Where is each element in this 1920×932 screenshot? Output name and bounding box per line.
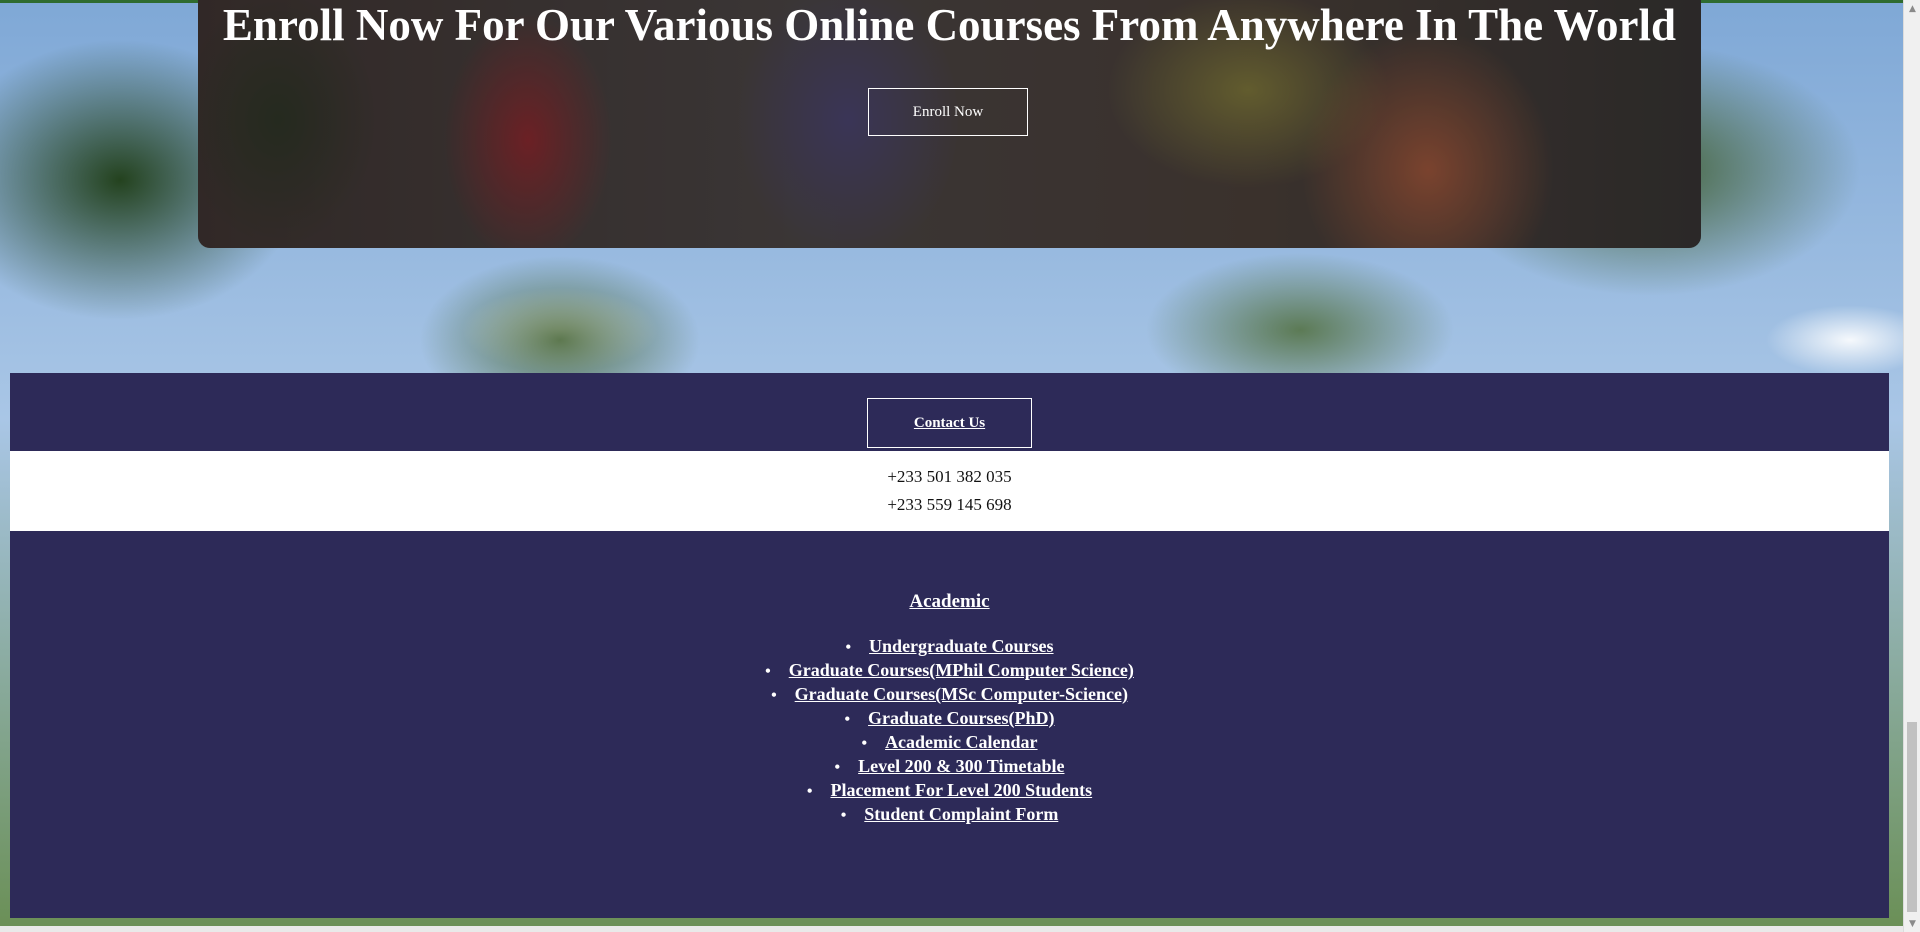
phone-number: +233 501 382 035 [887,467,1012,486]
bullet-icon: • [771,687,777,704]
link-complaint-form[interactable]: Student Complaint Form [864,804,1058,824]
bullet-icon: • [806,783,813,800]
link-placement[interactable]: Placement For Level 200 Students [830,780,1092,800]
link-undergraduate-courses[interactable]: Undergraduate Courses [869,636,1054,656]
vertical-scrollbar[interactable]: ▲ ▼ [1903,0,1920,932]
list-item: • Placement For Level 200 Students [10,779,1889,803]
bullet-icon: • [845,639,852,656]
bullet-icon: • [765,663,771,680]
bullet-icon: • [844,711,851,728]
list-item: • Undergraduate Courses [10,635,1889,659]
horizontal-edge [0,926,1903,932]
enroll-now-button[interactable]: Enroll Now [868,88,1028,136]
page: Enroll Now For Our Various Online Course… [0,0,1920,932]
list-item: • Academic Calendar [10,731,1889,755]
link-graduate-phd[interactable]: Graduate Courses(PhD) [868,708,1055,728]
scroll-down-arrow-icon[interactable]: ▼ [1904,915,1920,932]
list-item: • Graduate Courses(PhD) [10,707,1889,731]
bullet-icon: • [834,759,841,776]
list-item: • Level 200 & 300 Timetable [10,755,1889,779]
enroll-hero-banner: Enroll Now For Our Various Online Course… [198,0,1701,248]
link-graduate-mphil[interactable]: Graduate Courses(MPhil Computer Science) [789,660,1134,680]
link-graduate-msc[interactable]: Graduate Courses(MSc Computer-Science) [795,684,1128,704]
scrollbar-thumb[interactable] [1907,722,1917,912]
hero-title: Enroll Now For Our Various Online Course… [222,0,1677,50]
bullet-icon: • [861,735,868,752]
contact-us-button[interactable]: Contact Us [867,398,1032,448]
list-item: • Student Complaint Form [10,803,1889,827]
list-item: • Graduate Courses(MPhil Computer Science… [10,659,1889,683]
academic-heading[interactable]: Academic [10,591,1889,613]
bullet-icon: • [840,807,847,824]
list-item: • Graduate Courses(MSc Computer-Science) [10,683,1889,707]
site-footer: Contact Us +233 501 382 035 +233 559 145… [10,373,1889,918]
link-academic-calendar[interactable]: Academic Calendar [885,732,1037,752]
phone-number: +233 559 145 698 [887,495,1012,514]
phone-numbers: +233 501 382 035 +233 559 145 698 [10,451,1889,531]
scroll-up-arrow-icon[interactable]: ▲ [1904,0,1920,17]
link-timetable[interactable]: Level 200 & 300 Timetable [858,756,1064,776]
academic-links-list: • Undergraduate Courses • Graduate Courses… [10,635,1889,827]
